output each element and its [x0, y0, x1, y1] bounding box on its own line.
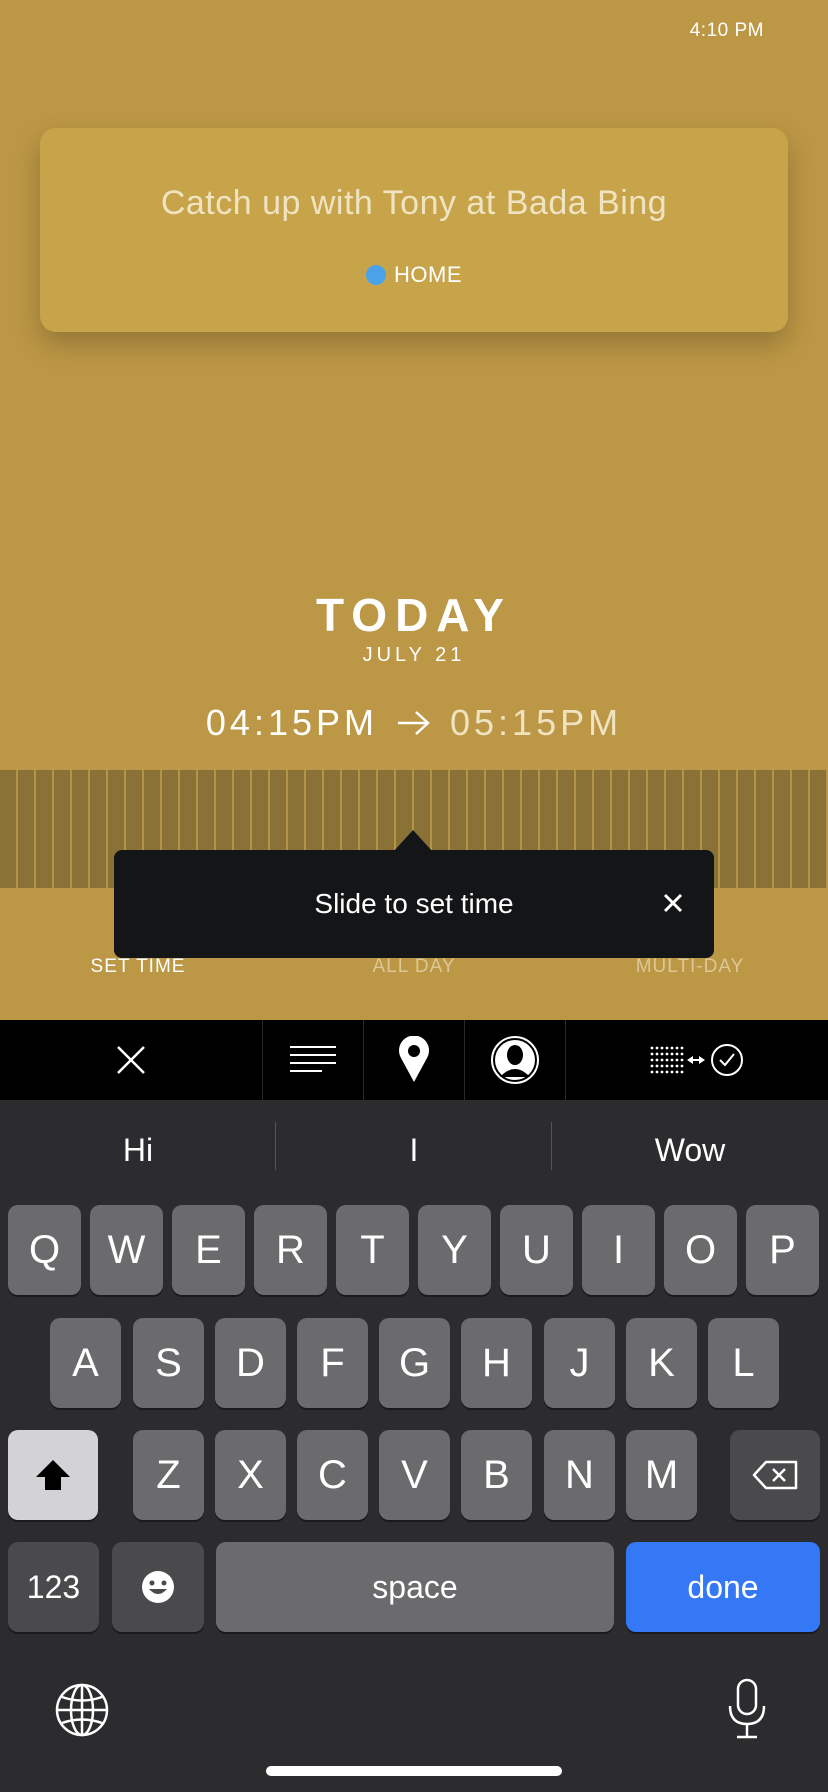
person-icon: [491, 1036, 539, 1084]
key-e[interactable]: E: [172, 1205, 245, 1295]
done-key[interactable]: done: [626, 1542, 820, 1632]
suggestion-3[interactable]: Wow: [552, 1100, 828, 1200]
emoji-icon: [142, 1571, 174, 1603]
key-v[interactable]: V: [379, 1430, 450, 1520]
location-button[interactable]: [364, 1020, 464, 1100]
key-k[interactable]: K: [626, 1318, 697, 1408]
key-y[interactable]: Y: [418, 1205, 491, 1295]
close-button[interactable]: [0, 1020, 262, 1100]
microphone-icon[interactable]: [726, 1678, 768, 1740]
close-icon[interactable]: [658, 888, 688, 918]
space-key[interactable]: space: [216, 1542, 614, 1632]
time-mode-tabs: SET TIME ALL DAY MULTI-DAY: [0, 956, 828, 986]
date-range-confirm-icon: [650, 1044, 743, 1076]
key-a[interactable]: A: [50, 1318, 121, 1408]
home-indicator[interactable]: [266, 1766, 562, 1776]
day-date: JULY 21: [362, 644, 466, 666]
calendar-label: HOME: [394, 262, 462, 287]
key-n[interactable]: N: [544, 1430, 615, 1520]
key-i[interactable]: I: [582, 1205, 655, 1295]
time-range: 04:15PM 05:15PM: [0, 702, 828, 744]
suggestion-2[interactable]: I: [276, 1100, 552, 1200]
tab-set-time[interactable]: SET TIME: [0, 956, 276, 978]
key-z[interactable]: Z: [133, 1430, 204, 1520]
key-x[interactable]: X: [215, 1430, 286, 1520]
key-d[interactable]: D: [215, 1318, 286, 1408]
tooltip: Slide to set time: [114, 850, 714, 958]
key-o[interactable]: O: [664, 1205, 737, 1295]
key-c[interactable]: C: [297, 1430, 368, 1520]
key-g[interactable]: G: [379, 1318, 450, 1408]
event-title[interactable]: Catch up with Tony at Bada Bing: [40, 184, 788, 223]
editor-toolbar: [0, 1020, 828, 1100]
key-h[interactable]: H: [461, 1318, 532, 1408]
key-t[interactable]: T: [336, 1205, 409, 1295]
calendar-tag[interactable]: HOME: [40, 262, 788, 288]
close-icon: [117, 1046, 145, 1074]
arrow-right-icon: [398, 711, 430, 735]
backspace-icon: [752, 1460, 798, 1490]
tab-all-day[interactable]: ALL DAY: [276, 956, 552, 978]
globe-icon[interactable]: [54, 1682, 110, 1738]
location-pin-icon: [399, 1036, 429, 1082]
backspace-key[interactable]: [730, 1430, 820, 1520]
calendar-color-dot: [366, 265, 386, 285]
shift-icon: [36, 1460, 70, 1490]
key-m[interactable]: M: [626, 1430, 697, 1520]
key-b[interactable]: B: [461, 1430, 532, 1520]
tooltip-caret: [393, 830, 433, 852]
key-s[interactable]: S: [133, 1318, 204, 1408]
key-j[interactable]: J: [544, 1318, 615, 1408]
invitees-button[interactable]: [465, 1020, 565, 1100]
end-time[interactable]: 05:15PM: [450, 702, 622, 744]
tab-multi-day[interactable]: MULTI-DAY: [552, 956, 828, 978]
notes-button[interactable]: [263, 1020, 363, 1100]
shift-key[interactable]: [8, 1430, 98, 1520]
keyboard: Hi I Wow Q W E R T Y U I O P A S D F G H…: [0, 1100, 828, 1792]
key-f[interactable]: F: [297, 1318, 368, 1408]
event-editor: 4:10 PM Catch up with Tony at Bada Bing …: [0, 0, 828, 1020]
event-card[interactable]: Catch up with Tony at Bada Bing HOME: [40, 128, 788, 332]
key-r[interactable]: R: [254, 1205, 327, 1295]
tooltip-text: Slide to set time: [314, 888, 514, 919]
start-time[interactable]: 04:15PM: [206, 702, 378, 744]
key-q[interactable]: Q: [8, 1205, 81, 1295]
emoji-key[interactable]: [112, 1542, 204, 1632]
key-l[interactable]: L: [708, 1318, 779, 1408]
status-time: 4:10 PM: [689, 20, 764, 41]
numbers-key[interactable]: 123: [8, 1542, 99, 1632]
key-u[interactable]: U: [500, 1205, 573, 1295]
confirm-date-button[interactable]: [566, 1020, 828, 1100]
notes-icon: [290, 1046, 336, 1072]
suggestion-1[interactable]: Hi: [0, 1100, 276, 1200]
key-w[interactable]: W: [90, 1205, 163, 1295]
key-p[interactable]: P: [746, 1205, 819, 1295]
day-title: TODAY: [316, 589, 512, 641]
